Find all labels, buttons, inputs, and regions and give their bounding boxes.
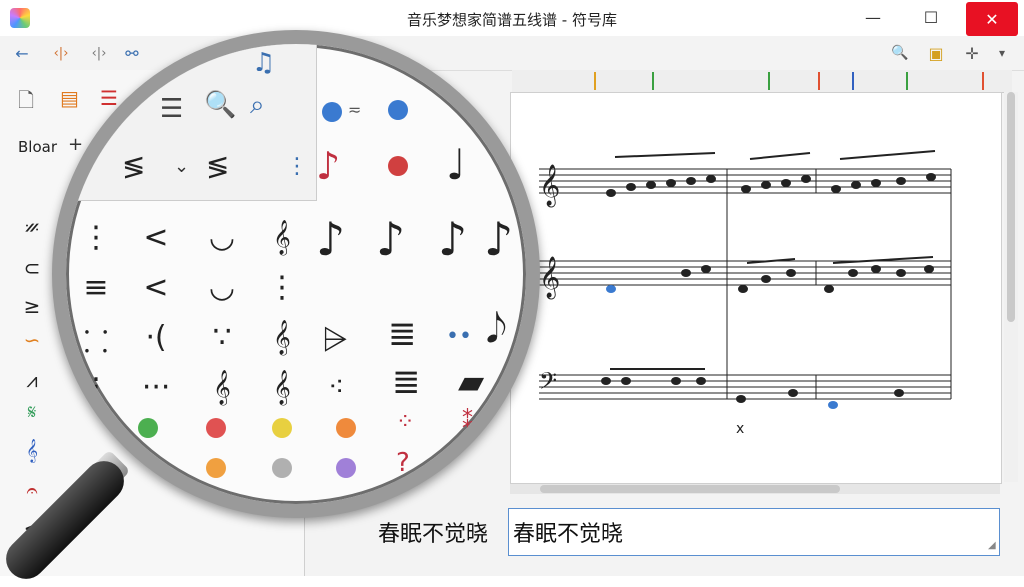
color-swatch-purple[interactable] xyxy=(138,458,158,478)
symbol-col4-row3[interactable]: 𝄞 xyxy=(252,320,312,355)
library-dropdown-icon[interactable]: ⌄ xyxy=(174,156,189,177)
tremolo-icon[interactable]: ≣ xyxy=(388,314,417,354)
eighth-note-1-icon[interactable]: ♪ xyxy=(316,212,345,266)
tremolo-alt-icon[interactable]: ≣ xyxy=(392,362,421,402)
more-options-icon[interactable]: ⋮ xyxy=(286,154,308,179)
note-blue-alt-icon[interactable] xyxy=(388,100,408,120)
diamond-marks-icon[interactable]: ⁘ xyxy=(396,410,414,435)
accent-red-icon[interactable]: ⁑ xyxy=(462,410,473,435)
dynamics-alt-icon[interactable]: ≶ xyxy=(206,150,229,183)
svg-text:𝄞: 𝄞 xyxy=(539,256,560,299)
back-arrow-icon[interactable]: ← xyxy=(10,42,34,64)
new-file-icon[interactable]: 🗋 xyxy=(18,86,34,120)
color-swatch-red[interactable] xyxy=(206,418,226,438)
search-icon[interactable]: 🔍 xyxy=(204,90,236,120)
move-icon[interactable]: ✛ xyxy=(960,42,984,64)
color-swatch-gray[interactable] xyxy=(272,458,292,478)
repeat-dots-icon[interactable]: •• xyxy=(446,324,472,349)
symbol-col1-row3[interactable]: ⸬ xyxy=(66,320,126,361)
color-swatch-amber[interactable] xyxy=(206,458,226,478)
svg-text:𝄞: 𝄞 xyxy=(539,164,560,207)
zoom-icon[interactable]: 🔍 xyxy=(888,42,912,64)
decrescendo-icon[interactable]: ⩘ xyxy=(12,368,52,392)
symbol-col2-row1[interactable]: < xyxy=(126,220,186,255)
question-mark-icon[interactable]: ? xyxy=(396,448,410,478)
accent-icon[interactable]: ≥ xyxy=(12,294,52,318)
symbol-col3-row2[interactable]: ◡ xyxy=(192,270,252,305)
crescendo-icon[interactable]: ⊂ xyxy=(12,256,52,280)
score-canvas[interactable]: 𝄞 𝄞 𝄢 x xyxy=(510,92,1002,484)
horizontal-scrollbar[interactable] xyxy=(510,484,1000,494)
vertical-scrollbar[interactable] xyxy=(1004,92,1018,482)
lyric-preview-text: 春眠不觉晓 xyxy=(378,522,489,547)
symbol-col3-row4[interactable]: 𝄞 xyxy=(192,370,252,405)
symbol-col3-row3[interactable]: ∵ xyxy=(192,320,252,355)
symbol-col2-row4[interactable]: ⋅⋅⋅ xyxy=(126,370,186,405)
color-swatch-orange[interactable] xyxy=(336,418,356,438)
magnifier-lens: ☰ 🔍 ⌕ ♫ ≶ ⌄ ≶ ⋮ ≂ ♪ ♩ ♪ ♪ ♪ ♪ ⋮ < ◡ 𝄞 ≡ xyxy=(52,30,540,518)
beam-icon[interactable]: ▰ xyxy=(458,362,484,402)
tempo-symbol-icon[interactable]: 𝄏 xyxy=(12,216,52,240)
align-left-icon[interactable]: ☰ xyxy=(160,94,183,124)
symbol-col4-row1[interactable]: 𝄞 xyxy=(252,220,312,255)
find-replace-icon[interactable]: ⌕ xyxy=(250,90,265,121)
color-swatch-violet[interactable] xyxy=(336,458,356,478)
toolbar-dropdown-icon[interactable]: ▾ xyxy=(990,42,1014,64)
eighth-note-3-icon[interactable]: ♪ xyxy=(438,212,467,266)
layers-icon[interactable]: ▣ xyxy=(924,42,948,64)
eighth-note-red-icon[interactable]: ♪ xyxy=(316,144,340,188)
dynamics-icon[interactable]: ≶ xyxy=(122,150,145,183)
lyric-marker: x xyxy=(736,421,744,437)
symbol-col4-row2[interactable]: ⋮ xyxy=(252,270,312,305)
symbol-col4-row4[interactable]: 𝄞 xyxy=(252,370,312,405)
timeline-ruler[interactable] xyxy=(512,70,1012,93)
symbol-col2-row3[interactable]: ⋅( xyxy=(126,320,186,355)
music-notes-icon[interactable]: ♫ xyxy=(252,48,275,78)
quarter-note-icon[interactable]: ♩ xyxy=(446,140,466,189)
symbol-col1-row4[interactable]: ⁝ xyxy=(66,370,126,405)
symbol-col1-row2[interactable]: ≡ xyxy=(66,270,126,305)
eighth-note-4-icon[interactable]: ♪ xyxy=(484,212,513,266)
flag-note-icon[interactable]: 𝅘𝅥𝅮 xyxy=(486,306,507,352)
decrescendo-large-icon[interactable]: ⩥ xyxy=(322,320,348,359)
title-bar: 音乐梦想家简谱五线谱 - 符号库 — ☐ ✕ xyxy=(0,0,1024,36)
note-red-icon[interactable] xyxy=(388,156,408,176)
color-swatch-yellow[interactable] xyxy=(272,418,292,438)
staccato-dots-icon[interactable]: ⁖ xyxy=(328,370,344,403)
rest-icon: ≂ xyxy=(348,100,362,119)
treble-clef-icon[interactable]: 𝄞 xyxy=(12,438,52,462)
app-window: 音乐梦想家简谱五线谱 - 符号库 — ☐ ✕ ← ‹|› ‹|› ⚯ 🔍 ▣ ✛… xyxy=(0,0,1024,587)
close-button[interactable]: ✕ xyxy=(966,2,1018,36)
svg-text:𝄢: 𝄢 xyxy=(539,367,557,400)
staff-svg: 𝄞 𝄞 𝄢 x xyxy=(539,150,952,437)
fermata-icon[interactable]: 𝄐 xyxy=(12,478,52,502)
library-group-label[interactable]: Bloar xyxy=(18,138,57,156)
lyric-input-field[interactable]: 春眠不觉晓 xyxy=(508,508,1000,556)
symbol-col1-row1[interactable]: ⋮ xyxy=(66,220,126,255)
eighth-note-2-icon[interactable]: ♪ xyxy=(376,212,405,266)
minimize-button[interactable]: — xyxy=(850,0,896,34)
color-swatch-green[interactable] xyxy=(138,418,158,438)
resize-grip-icon[interactable]: ◢ xyxy=(988,540,996,551)
note-blue-icon[interactable] xyxy=(322,102,342,122)
symbol-col2-row2[interactable]: < xyxy=(126,270,186,305)
segno-icon[interactable]: 𝄋 xyxy=(12,400,52,424)
symbol-col3-row1[interactable]: ◡ xyxy=(192,220,252,255)
turn-icon[interactable]: ∽ xyxy=(12,328,52,352)
maximize-button[interactable]: ☐ xyxy=(908,0,954,34)
